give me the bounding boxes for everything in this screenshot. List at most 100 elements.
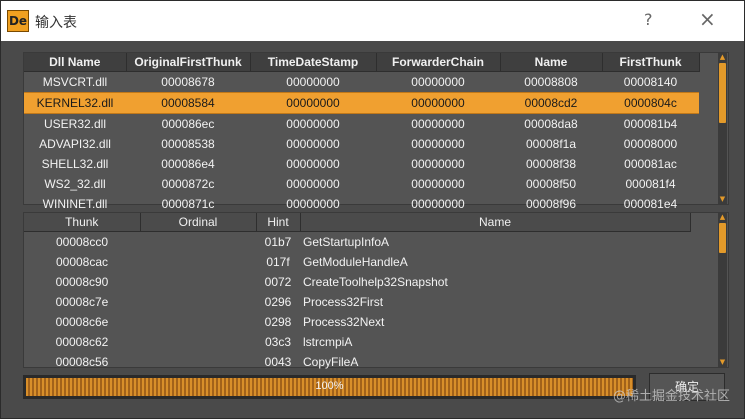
table-row[interactable]: 00008c7e 0296 Process32First (24, 292, 690, 312)
column-header[interactable]: Dll Name (24, 53, 127, 72)
table-cell: 03c3 (264, 335, 292, 349)
app-logo-icon: De (7, 10, 29, 32)
table-cell (140, 292, 256, 312)
table-cell: 00000000 (250, 92, 376, 114)
table-cell: 0000804c (602, 92, 699, 114)
scroll-down-icon[interactable]: ▼ (718, 359, 727, 366)
scroll-down-icon[interactable]: ▼ (718, 196, 727, 203)
table-cell: 00008f50 (525, 177, 577, 191)
table-row[interactable]: SHELL32.dll 000086e4 00000000 00000000 00008… (24, 154, 699, 174)
table-cell: 00000000 (411, 197, 465, 211)
scroll-up-icon[interactable]: ▲ (718, 214, 727, 221)
table-cell: 00000000 (286, 177, 340, 191)
table-cell: 00008f96 (525, 197, 577, 211)
window-title: 输入表 (35, 14, 77, 30)
table-row[interactable]: 00008cac 017f GetModuleHandleA (24, 252, 690, 272)
table-cell: WS2_32.dll (44, 177, 106, 191)
functions-table: Thunk Ordinal Hint Name 00008cc0 01b7 GetStar… (24, 213, 691, 372)
table-cell: 00008f38 (525, 157, 577, 171)
table-cell: 00008538 (161, 137, 215, 151)
progress-bar: 100% (23, 375, 636, 399)
imports-scroll-thumb[interactable] (719, 63, 726, 123)
table-cell: 00008f1a (525, 137, 577, 151)
table-cell: USER32.dll (43, 117, 107, 131)
table-cell: Process32First (303, 295, 384, 309)
table-cell: KERNEL32.dll (24, 92, 126, 114)
table-row[interactable]: 00008c90 0072 CreateToolhelp32Snapshot (24, 272, 690, 292)
table-cell (140, 232, 256, 253)
table-cell: 00008678 (161, 75, 215, 89)
table-cell: 00008cc0 (55, 235, 109, 249)
table-cell: 00000000 (411, 177, 465, 191)
title-bar[interactable]: De 输入表 ? × (1, 1, 744, 41)
table-row[interactable]: 00008cc0 01b7 GetStartupInfoA (24, 232, 690, 253)
column-header[interactable]: Name (500, 53, 603, 72)
scroll-up-icon[interactable]: ▲ (718, 54, 727, 61)
table-cell (140, 272, 256, 292)
table-cell: 00008c56 (55, 355, 109, 369)
table-cell: 00000000 (286, 137, 340, 151)
column-header[interactable]: Name (300, 213, 691, 232)
column-header[interactable]: OriginalFirstThunk (126, 53, 251, 72)
column-header[interactable]: Ordinal (140, 213, 257, 232)
table-cell: 000081e4 (623, 197, 678, 211)
table-row[interactable]: 00008c6e 0298 Process32Next (24, 312, 690, 332)
progress-label: 100% (315, 380, 344, 392)
table-cell: 00008cd2 (500, 92, 602, 114)
table-cell: 0296 (264, 295, 292, 309)
table-cell: 00008000 (623, 137, 678, 151)
table-cell: WININET.dll (42, 197, 108, 211)
table-cell: Process32Next (303, 315, 385, 329)
table-cell (140, 312, 256, 332)
table-cell: 0000871c (161, 197, 215, 211)
table-cell (140, 332, 256, 352)
table-cell: 00008c90 (55, 275, 109, 289)
table-cell: 0000872c (161, 177, 215, 191)
table-cell: 00008cac (55, 255, 109, 269)
table-cell: MSVCRT.dll (42, 75, 108, 89)
imports-panel: Dll Name OriginalFirstThunk TimeDateStamp F… (23, 52, 729, 211)
table-row[interactable]: MSVCRT.dll 00008678 00000000 00000000 000088… (24, 72, 699, 93)
table-cell: CreateToolhelp32Snapshot (303, 275, 448, 289)
table-cell: GetModuleHandleA (303, 255, 408, 269)
table-cell: 000081b4 (623, 117, 678, 131)
table-row[interactable]: USER32.dll 000086ec 00000000 00000000 00008d… (24, 114, 699, 135)
table-cell: 01b7 (264, 235, 292, 249)
table-cell: 000086ec (161, 117, 215, 131)
column-header[interactable]: Thunk (24, 213, 141, 232)
table-cell: 00008c6e (55, 315, 109, 329)
watermark: @稀土掘金技术社区 (612, 389, 730, 404)
table-cell: 00000000 (411, 157, 465, 171)
table-cell: lstrcmpiA (303, 335, 353, 349)
table-row[interactable]: WS2_32.dll 0000872c 00000000 00000000 00008f… (24, 174, 699, 194)
import-table-window: De 输入表 ? × Dll Name OriginalFirstThunk Tim… (0, 0, 745, 419)
table-row[interactable]: 00008c62 03c3 lstrcmpiA (24, 332, 690, 352)
table-cell: 00008da8 (524, 117, 578, 131)
table-cell: SHELL32.dll (41, 157, 109, 171)
table-cell: 00008c7e (55, 295, 109, 309)
column-header[interactable]: Hint (256, 213, 301, 232)
table-cell: 00000000 (376, 92, 500, 114)
table-row[interactable]: WININET.dll 0000871c 00000000 00000000 00008… (24, 194, 699, 214)
functions-scroll-thumb[interactable] (719, 223, 726, 253)
functions-scrollbar[interactable]: ▲ ▼ (718, 213, 727, 367)
table-row[interactable]: ADVAPI32.dll 00008538 00000000 00000000 0000… (24, 134, 699, 154)
table-cell: 000081ac (624, 157, 677, 171)
table-row[interactable]: 00008c56 0043 CopyFileA (24, 352, 690, 372)
table-cell: 00000000 (411, 75, 465, 89)
table-cell: 00008584 (126, 92, 250, 114)
table-cell: ADVAPI32.dll (39, 137, 111, 151)
close-button[interactable]: × (699, 7, 716, 31)
table-cell: 00008140 (623, 75, 678, 89)
imports-scrollbar[interactable]: ▲ ▼ (718, 53, 727, 204)
column-header[interactable]: ForwarderChain (376, 53, 501, 72)
help-button[interactable]: ? (644, 10, 653, 29)
table-cell: 00000000 (286, 197, 340, 211)
table-cell: 0072 (264, 275, 292, 289)
functions-panel: Thunk Ordinal Hint Name 00008cc0 01b7 GetStar… (23, 212, 729, 369)
table-cell: 000086e4 (161, 157, 215, 171)
table-cell: 00000000 (286, 157, 340, 171)
column-header[interactable]: FirstThunk (602, 53, 700, 72)
table-row[interactable]: KERNEL32.dll 00008584 00000000 00000000 0000… (24, 92, 699, 114)
column-header[interactable]: TimeDateStamp (250, 53, 377, 72)
